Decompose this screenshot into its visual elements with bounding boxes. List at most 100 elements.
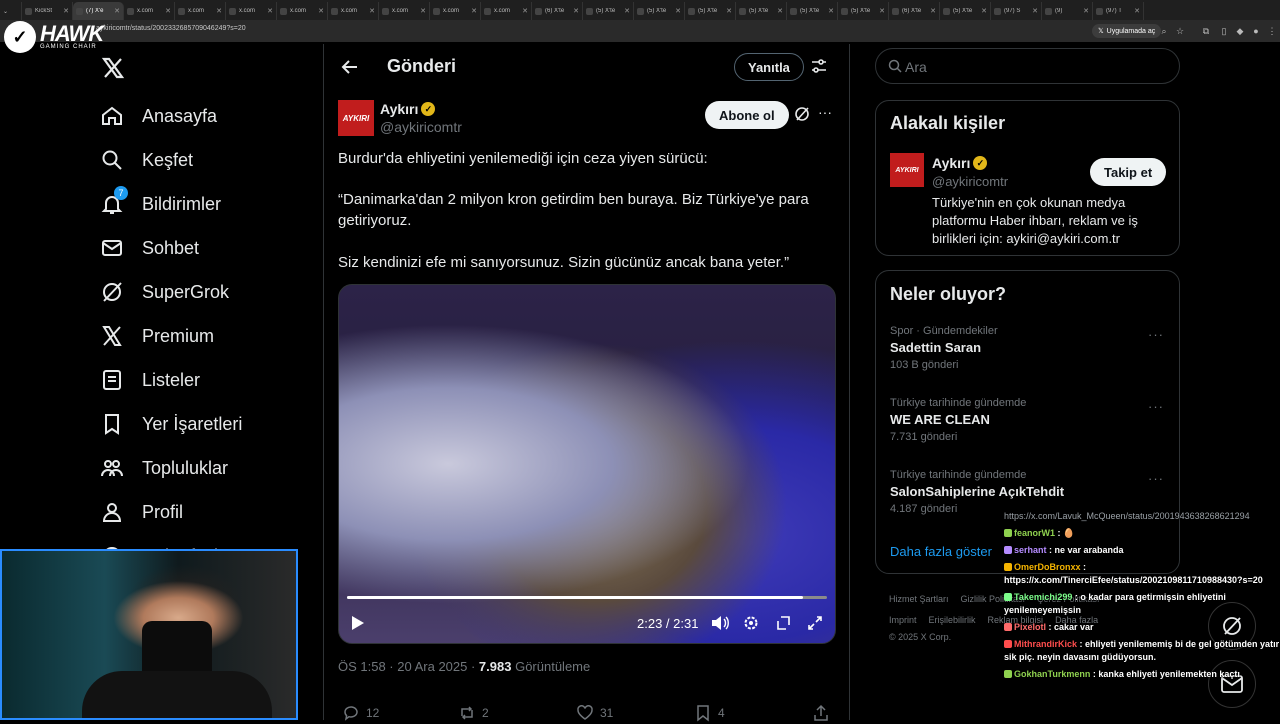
tab-close-icon[interactable]: ✕ [879,7,885,15]
tab-close-icon[interactable]: ✕ [63,7,69,15]
reply-action[interactable]: 12 [342,704,379,722]
grok-icon[interactable] [794,106,810,122]
trend-more-icon[interactable]: ··· [1148,327,1164,342]
extension-icon[interactable]: ◆ [1234,25,1246,37]
menu-icon[interactable]: ⋮ [1266,25,1278,37]
tab-close-icon[interactable]: ✕ [675,7,681,15]
zoom-icon[interactable]: ⌕ [1158,25,1170,37]
nav-item-2[interactable]: 7 Bildirimler [100,186,221,218]
nav-item-1[interactable]: Keşfet [100,146,193,174]
tab-close-icon[interactable]: ✕ [930,7,936,15]
tab-close-icon[interactable]: ✕ [777,7,783,15]
tab-close-icon[interactable]: ✕ [828,7,834,15]
play-icon[interactable] [351,614,365,632]
profile-icon[interactable]: ● [1250,25,1262,37]
browser-tab[interactable]: (5) X'te ✕ [634,2,685,20]
tab-close-icon[interactable]: ✕ [1032,7,1038,15]
extensions-icon[interactable]: ⧉ [1200,25,1212,37]
sidebar-toggle-icon[interactable]: ▯ [1218,25,1230,37]
browser-tab[interactable]: x.com ✕ [124,2,175,20]
browser-tab[interactable]: (5) X'te ✕ [736,2,787,20]
browser-tab[interactable]: (5) X'te ✕ [940,2,991,20]
browser-tab[interactable]: (5) X'te ✕ [685,2,736,20]
filter-icon[interactable] [810,57,828,75]
tab-close-icon[interactable]: ✕ [1134,7,1140,15]
reply-button[interactable]: Yanıtla [734,53,804,81]
browser-tab[interactable]: (6) X'te ✕ [889,2,940,20]
related-user[interactable]: Aykırı ✓ @aykiricomtr [932,155,1008,189]
browser-tab[interactable]: x.com ✕ [277,2,328,20]
tab-close-icon[interactable]: ✕ [369,7,375,15]
related-name-row[interactable]: Aykırı ✓ [932,155,1008,171]
browser-tab[interactable]: (97) T ✕ [1093,2,1144,20]
tab-close-icon[interactable]: ✕ [420,7,426,15]
url-text[interactable]: aykiricomtr/status/2002332685709046249?s… [96,25,246,32]
settings-gear-icon[interactable] [743,614,759,632]
browser-tab[interactable]: (5) X'te ✕ [583,2,634,20]
browser-tab[interactable]: x.com ✕ [226,2,277,20]
tab-close-icon[interactable]: ✕ [573,7,579,15]
browser-tab[interactable]: (97) S ✕ [991,2,1042,20]
tab-close-icon[interactable]: ✕ [318,7,324,15]
like-action[interactable]: 31 [576,704,613,722]
trend-more-icon[interactable]: ··· [1148,471,1164,486]
share-icon[interactable] [812,704,830,722]
bookmark-action[interactable]: 4 [694,704,725,722]
search-input[interactable]: Ara [875,48,1180,84]
nav-item-0[interactable]: Anasayfa [100,102,217,130]
related-name[interactable]: Aykırı [932,155,970,171]
trend-item[interactable]: Türkiye tarihinde gündemde SalonSahipleri… [890,469,1163,515]
address-bar[interactable]: aykiricomtr/status/2002332685709046249?s… [0,20,1280,42]
pip-icon[interactable] [775,614,791,632]
browser-tab[interactable]: (6) X'te ✕ [532,2,583,20]
nav-item-6[interactable]: Listeler [100,366,200,394]
tab-close-icon[interactable]: ✕ [216,7,222,15]
author-name-row[interactable]: Aykırı ✓ [380,101,462,117]
browser-tab[interactable]: (5) X'te ✕ [787,2,838,20]
browser-tab[interactable]: x.com ✕ [481,2,532,20]
x-logo-icon[interactable] [101,56,125,80]
nav-item-8[interactable]: Topluluklar [100,454,228,482]
back-arrow-icon[interactable] [340,57,360,77]
video-progress-bar[interactable] [347,596,827,599]
nav-item-9[interactable]: Profil [100,498,183,526]
author-avatar[interactable]: AYKIRI [338,100,374,136]
trend-item[interactable]: Türkiye tarihinde gündemde WE ARE CLEAN 7.… [890,397,1163,443]
trend-more-icon[interactable]: ··· [1148,399,1164,414]
footer-link[interactable]: Hizmet Şartları [889,594,949,604]
tab-close-icon[interactable]: ✕ [114,7,120,15]
tab-close-icon[interactable]: ✕ [267,7,273,15]
nav-item-3[interactable]: Sohbet [100,234,199,262]
browser-tab[interactable]: x.com ✕ [175,2,226,20]
tweet-video[interactable]: 2:23 / 2:31 [338,284,836,644]
tab-close-icon[interactable]: ✕ [726,7,732,15]
browser-tab[interactable]: (9) ✕ [1042,2,1093,20]
footer-link[interactable]: Erişilebilirlik [929,615,976,625]
show-more-link[interactable]: Daha fazla göster [890,544,992,559]
tab-close-icon[interactable]: ✕ [1083,7,1089,15]
fullscreen-icon[interactable] [807,614,823,632]
author-name[interactable]: Aykırı [380,101,418,117]
tab-close-icon[interactable]: ✕ [981,7,987,15]
nav-item-5[interactable]: Premium [100,322,214,350]
nav-item-4[interactable]: SuperGrok [100,278,229,306]
nav-item-7[interactable]: Yer İşaretleri [100,410,242,438]
browser-tab[interactable]: x.com ✕ [430,2,481,20]
bookmark-star-icon[interactable]: ☆ [1174,25,1186,37]
footer-link[interactable]: Imprint [889,615,917,625]
author-handle[interactable]: @aykiricomtr [380,119,462,135]
related-handle[interactable]: @aykiricomtr [932,174,1008,189]
tab-close-icon[interactable]: ✕ [624,7,630,15]
tab-close-icon[interactable]: ✕ [522,7,528,15]
follow-button[interactable]: Takip et [1090,158,1167,186]
trend-item[interactable]: Spor · Gündemdekiler Sadettin Saran 103 B … [890,325,1163,371]
tab-close-icon[interactable]: ✕ [471,7,477,15]
tab-close-icon[interactable]: ✕ [165,7,171,15]
browser-tab[interactable]: x.com ✕ [328,2,379,20]
browser-tab[interactable]: (5) X'te ✕ [838,2,889,20]
more-options-icon[interactable]: ··· [818,104,832,120]
repost-action[interactable]: 2 [458,704,489,722]
open-in-app-chip[interactable]: 𝕏 Uygulamada aç [1092,24,1162,38]
related-avatar[interactable]: AYKIRI [890,153,924,187]
subscribe-button[interactable]: Abone ol [705,101,789,129]
